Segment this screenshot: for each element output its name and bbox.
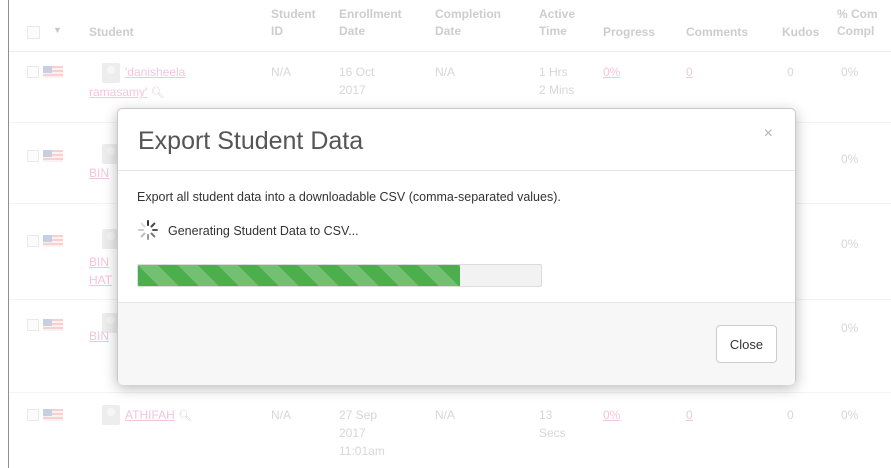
modal-header: Export Student Data ×: [118, 109, 795, 171]
export-progress-fill: [138, 265, 461, 286]
export-progress-bar: [137, 264, 542, 287]
modal-title: Export Student Data: [138, 127, 364, 155]
modal-footer: Close: [118, 302, 795, 385]
modal-body: Export all student data into a downloada…: [118, 171, 795, 302]
close-button[interactable]: Close: [716, 325, 777, 363]
close-icon[interactable]: ×: [764, 125, 773, 143]
generating-status-text: Generating Student Data to CSV...: [168, 224, 359, 238]
export-student-data-dialog: Export Student Data × Export all student…: [117, 108, 796, 385]
loading-spinner-icon: [137, 219, 159, 241]
export-description: Export all student data into a downloada…: [137, 190, 561, 204]
